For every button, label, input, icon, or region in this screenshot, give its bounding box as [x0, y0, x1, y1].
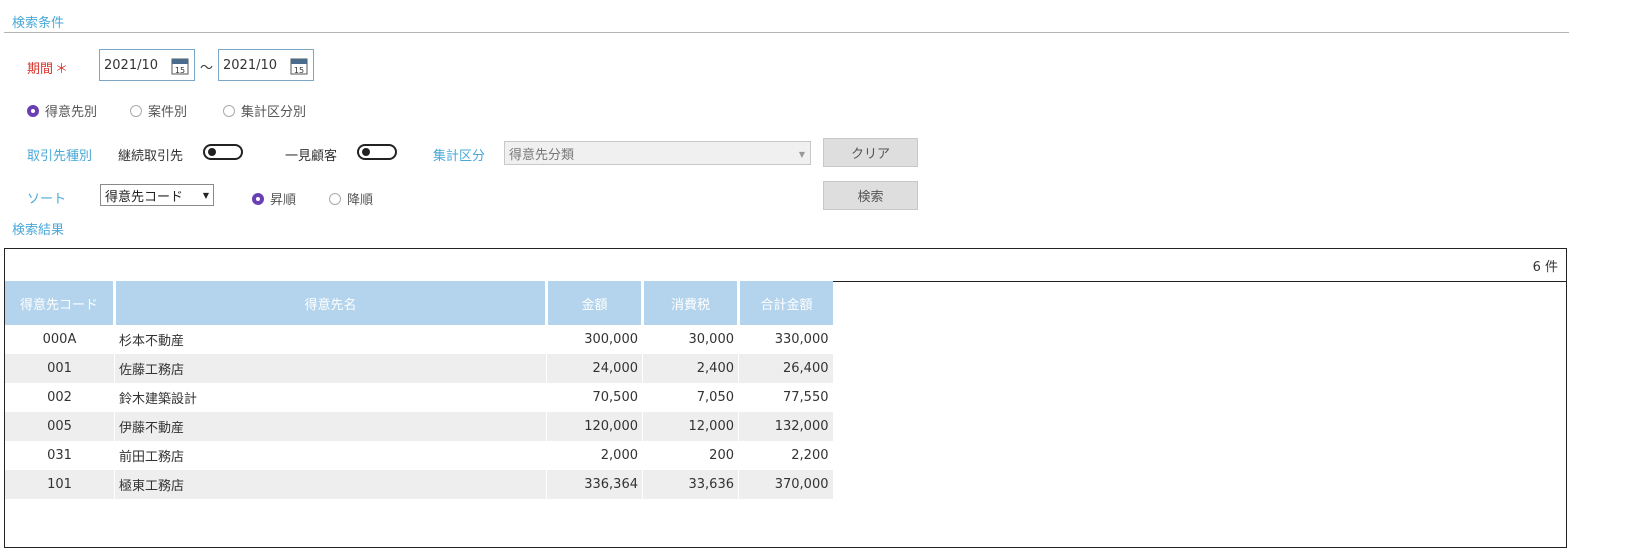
range-separator: ～ — [200, 61, 214, 76]
cell-amount: 300,000 — [546, 325, 643, 354]
table-row[interactable]: 001 佐藤工務店 24,000 2,400 26,400 — [5, 354, 834, 383]
cell-tax: 200 — [642, 441, 739, 470]
cell-amount: 336,364 — [546, 470, 643, 499]
cell-amount: 2,000 — [546, 441, 643, 470]
cell-code: 000A — [5, 325, 115, 354]
radio-by-project[interactable]: 案件別 — [130, 101, 187, 120]
sort-field-value: 得意先コード — [105, 189, 184, 205]
sort-field-select[interactable]: 得意先コード ▼ — [100, 184, 214, 206]
result-count: 6 件 — [1532, 259, 1558, 275]
radio-by-customer[interactable]: 得意先別 — [27, 101, 97, 120]
results-panel: 6 件 得意先コード 得意先名 金額 消費税 合計金額 000A 杉本不動産 3… — [4, 248, 1567, 548]
cell-name: 極東工務店 — [114, 470, 547, 499]
radio-by-category[interactable]: 集計区分別 — [223, 101, 306, 120]
cell-total: 370,000 — [738, 470, 834, 499]
table-header-row: 得意先コード 得意先名 金額 消費税 合計金額 — [5, 281, 833, 325]
cell-total: 330,000 — [738, 325, 834, 354]
cell-total: 2,200 — [738, 441, 834, 470]
category-label: 集計区分 — [433, 149, 486, 164]
table-row[interactable]: 002 鈴木建築設計 70,500 7,050 77,550 — [5, 383, 834, 412]
onetime-customer-label: 一見顧客 — [285, 149, 338, 164]
cell-tax: 7,050 — [642, 383, 739, 412]
toggle-knob — [208, 148, 216, 156]
results-table: 得意先コード 得意先名 金額 消費税 合計金額 000A 杉本不動産 300,0… — [5, 281, 834, 499]
toggle-knob — [362, 148, 370, 156]
continuous-partner-toggle[interactable] — [203, 144, 243, 160]
cell-amount: 70,500 — [546, 383, 643, 412]
cell-name: 伊藤不動産 — [114, 412, 547, 441]
calendar-icon[interactable]: 15 — [171, 57, 189, 75]
cell-total: 26,400 — [738, 354, 834, 383]
radio-dot — [130, 104, 142, 117]
date-from-input[interactable]: 2021/10 15 — [99, 49, 195, 81]
cell-code: 005 — [5, 412, 115, 441]
radio-dot — [27, 104, 39, 117]
cell-code: 002 — [5, 383, 115, 412]
cell-name: 杉本不動産 — [114, 325, 547, 354]
chevron-down-icon: ▼ — [798, 150, 805, 159]
cell-code: 001 — [5, 354, 115, 383]
chevron-down-icon: ▼ — [202, 191, 209, 200]
cell-amount: 120,000 — [546, 412, 643, 441]
cell-name: 佐藤工務店 — [114, 354, 547, 383]
partner-type-label: 取引先種別 — [27, 149, 93, 164]
column-header-total[interactable]: 合計金額 — [738, 281, 833, 325]
sort-label: ソート — [27, 192, 67, 207]
table-row[interactable]: 101 極東工務店 336,364 33,636 370,000 — [5, 470, 834, 499]
radio-label: 降順 — [347, 193, 374, 208]
category-select-value: 得意先分類 — [509, 147, 575, 163]
table-row[interactable]: 000A 杉本不動産 300,000 30,000 330,000 — [5, 325, 834, 354]
onetime-customer-toggle[interactable] — [357, 144, 397, 160]
radio-dot — [252, 192, 264, 205]
radio-dot — [223, 104, 235, 117]
radio-label: 昇順 — [270, 193, 297, 208]
cell-tax: 12,000 — [642, 412, 739, 441]
radio-label: 案件別 — [148, 105, 188, 120]
cell-name: 鈴木建築設計 — [114, 383, 547, 412]
clear-button[interactable]: クリア — [823, 138, 918, 167]
radio-dot — [329, 192, 341, 205]
period-label: 期間 — [27, 62, 54, 77]
radio-sort-descending[interactable]: 降順 — [329, 189, 373, 208]
radio-sort-ascending[interactable]: 昇順 — [252, 189, 296, 208]
continuous-partner-label: 継続取引先 — [118, 149, 184, 164]
calendar-day-text: 15 — [175, 66, 185, 75]
required-mark: ＊ — [55, 62, 69, 77]
category-select[interactable]: 得意先分類 ▼ — [504, 141, 811, 165]
table-row[interactable]: 031 前田工務店 2,000 200 2,200 — [5, 441, 834, 470]
cell-tax: 33,636 — [642, 470, 739, 499]
date-to-input[interactable]: 2021/10 15 — [218, 49, 314, 81]
search-results-title: 検索結果 — [12, 223, 65, 238]
column-header-tax[interactable]: 消費税 — [642, 281, 740, 325]
cell-total: 77,550 — [738, 383, 834, 412]
radio-label: 得意先別 — [45, 105, 98, 120]
table-row[interactable]: 005 伊藤不動産 120,000 12,000 132,000 — [5, 412, 834, 441]
cell-code: 031 — [5, 441, 115, 470]
cell-tax: 30,000 — [642, 325, 739, 354]
column-header-amount[interactable]: 金額 — [546, 281, 644, 325]
cell-code: 101 — [5, 470, 115, 499]
cell-amount: 24,000 — [546, 354, 643, 383]
date-to-value: 2021/10 — [223, 57, 278, 73]
cell-name: 前田工務店 — [114, 441, 547, 470]
section-divider — [4, 32, 1569, 33]
cell-total: 132,000 — [738, 412, 834, 441]
column-header-code[interactable]: 得意先コード — [5, 281, 116, 325]
date-from-value: 2021/10 — [104, 57, 159, 73]
search-button[interactable]: 検索 — [823, 181, 918, 210]
column-header-name[interactable]: 得意先名 — [114, 281, 548, 325]
calendar-icon[interactable]: 15 — [290, 57, 308, 75]
calendar-day-text: 15 — [294, 66, 304, 75]
result-count-bar: 6 件 — [5, 249, 1566, 282]
cell-tax: 2,400 — [642, 354, 739, 383]
search-conditions-title: 検索条件 — [12, 16, 65, 31]
period-label-group: 期間＊ — [27, 58, 68, 77]
radio-label: 集計区分別 — [241, 105, 307, 120]
